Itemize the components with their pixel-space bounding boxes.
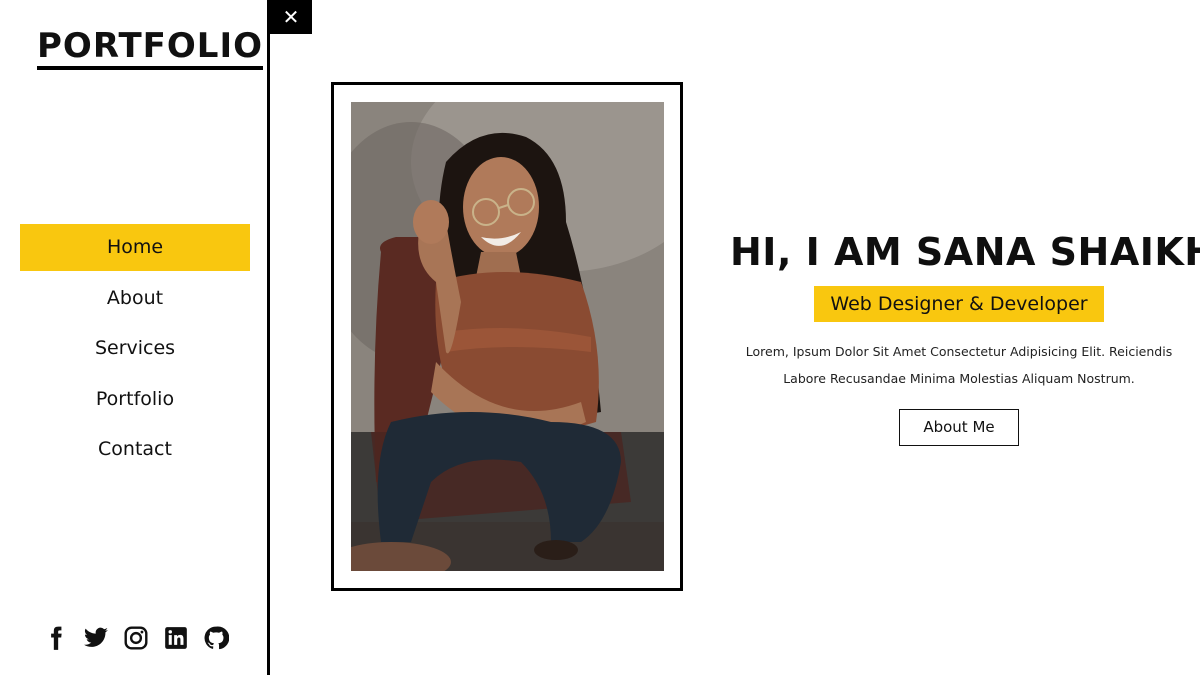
logo[interactable]: PORTFOLIO [37, 26, 264, 70]
hero-title: HI, I AM SANA SHAIKH [730, 230, 1200, 274]
hero-description-line-1: Lorem, Ipsum Dolor Sit Amet Consectetur … [745, 344, 1173, 359]
hero-description-line-2: Labore Recusandae Minima Molestias Aliqu… [783, 371, 1135, 386]
hero-description: Lorem, Ipsum Dolor Sit Amet Consectetur … [730, 338, 1188, 392]
social-links [43, 625, 229, 651]
portrait-frame [331, 82, 683, 591]
about-me-button[interactable]: About Me [899, 409, 1019, 446]
close-sidebar-button[interactable]: ✕ [270, 0, 312, 34]
linkedin-icon[interactable] [163, 625, 189, 651]
nav-item-home[interactable]: Home [20, 224, 250, 271]
facebook-icon[interactable] [43, 625, 69, 651]
role-badge: Web Designer & Developer [814, 286, 1104, 322]
hero: HI, I AM SANA SHAIKH Web Designer & Deve… [730, 226, 1200, 446]
nav-item-contact[interactable]: Contact [20, 426, 250, 473]
main-nav: Home About Services Portfolio Contact [20, 224, 250, 477]
portrait-photo [351, 102, 664, 571]
instagram-icon[interactable] [123, 625, 149, 651]
sidebar: PORTFOLIO Home About Services Portfolio … [0, 0, 270, 675]
twitter-icon[interactable] [83, 625, 109, 651]
nav-item-portfolio[interactable]: Portfolio [20, 376, 250, 423]
github-icon[interactable] [203, 625, 229, 651]
nav-item-about[interactable]: About [20, 275, 250, 322]
nav-item-services[interactable]: Services [20, 325, 250, 372]
page: PORTFOLIO Home About Services Portfolio … [0, 0, 1200, 675]
